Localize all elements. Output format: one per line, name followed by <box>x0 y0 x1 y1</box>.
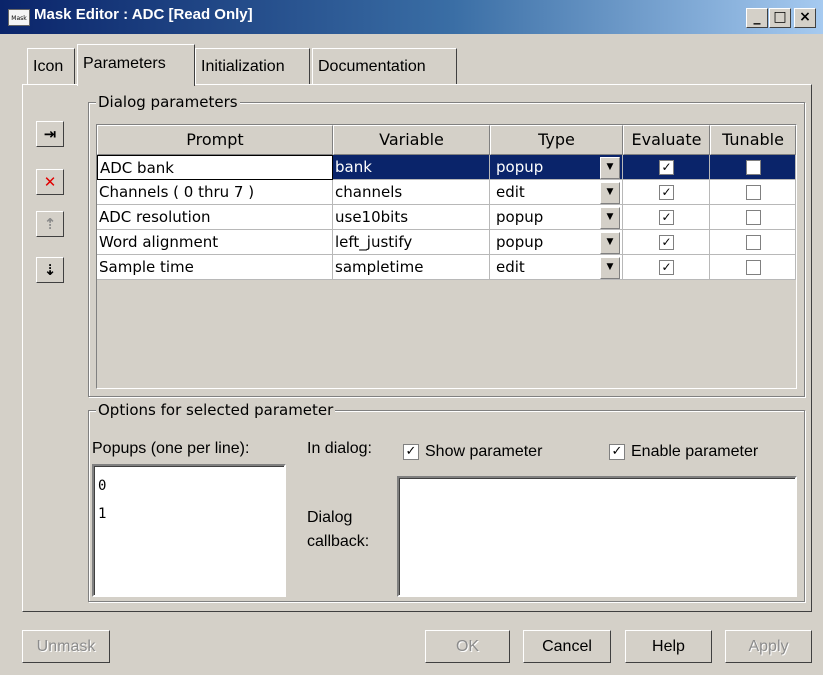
tunable-cell[interactable] <box>710 205 796 230</box>
mask-editor-icon: Mask <box>8 9 30 26</box>
tab-icon[interactable]: Icon <box>27 48 75 84</box>
unmask-button[interactable]: Unmask <box>22 630 110 663</box>
add-parameter-button[interactable]: ⇥ <box>36 121 64 147</box>
evaluate-checkbox[interactable]: ✓ <box>659 210 674 225</box>
tunable-cell[interactable] <box>710 155 796 180</box>
evaluate-cell[interactable]: ✓ <box>623 155 710 180</box>
show-parameter-checkbox[interactable]: ✓ Show parameter <box>403 443 573 463</box>
variable-cell[interactable]: use10bits <box>333 205 490 230</box>
chevron-down-icon[interactable]: ▼ <box>600 182 620 204</box>
evaluate-cell[interactable]: ✓ <box>623 230 710 255</box>
tunable-cell[interactable] <box>710 255 796 280</box>
chevron-down-icon[interactable]: ▼ <box>600 207 620 229</box>
tab-documentation[interactable]: Documentation <box>312 48 457 84</box>
column-header-tunable[interactable]: Tunable <box>710 125 796 155</box>
move-up-button[interactable]: ⇡ <box>36 211 64 237</box>
chevron-down-icon[interactable]: ▼ <box>600 157 620 179</box>
minimize-button[interactable]: _ <box>746 8 768 28</box>
move-down-button[interactable]: ⇣ <box>36 257 64 283</box>
type-dropdown[interactable]: edit ▼ <box>490 255 623 280</box>
popups-text: 0 1 <box>98 478 107 522</box>
variable-cell[interactable]: channels <box>333 180 490 205</box>
column-header-type[interactable]: Type <box>490 125 623 155</box>
type-value: popup <box>496 233 544 251</box>
dialog-callback-textarea[interactable] <box>397 476 797 597</box>
maximize-icon: □ <box>773 9 787 25</box>
minimize-icon: _ <box>753 9 761 25</box>
column-header-evaluate[interactable]: Evaluate <box>623 125 710 155</box>
type-value: popup <box>496 158 544 176</box>
in-dialog-label: In dialog: <box>307 440 372 457</box>
prompt-cell[interactable]: ADC bank <box>97 155 333 180</box>
tab-parameters[interactable]: Parameters <box>77 44 195 86</box>
evaluate-checkbox[interactable]: ✓ <box>659 160 674 175</box>
delete-icon: ✕ <box>43 173 57 191</box>
show-parameter-label: Show parameter <box>425 443 543 460</box>
type-dropdown[interactable]: popup ▼ <box>490 155 623 180</box>
evaluate-checkbox[interactable]: ✓ <box>659 185 674 200</box>
enable-parameter-check[interactable]: ✓ <box>609 444 625 460</box>
evaluate-checkbox[interactable]: ✓ <box>659 260 674 275</box>
evaluate-cell[interactable]: ✓ <box>623 180 710 205</box>
enable-parameter-label: Enable parameter <box>631 443 759 460</box>
window-title: Mask Editor : ADC [Read Only] <box>34 6 253 23</box>
dialog-callback-label-1: Dialog <box>307 509 353 526</box>
title-bar[interactable]: Mask Mask Editor : ADC [Read Only] _ □ × <box>0 0 823 34</box>
variable-cell[interactable]: sampletime <box>333 255 490 280</box>
tunable-checkbox[interactable] <box>745 260 761 275</box>
move-down-icon: ⇣ <box>43 261 57 279</box>
variable-cell[interactable]: left_justify <box>333 230 490 255</box>
prompt-cell[interactable]: Sample time <box>97 255 333 280</box>
tunable-checkbox[interactable] <box>745 210 761 225</box>
table-row[interactable]: ADC bank bank popup ▼ ✓ <box>97 155 796 180</box>
table-row[interactable]: Sample time sampletime edit ▼ ✓ <box>97 255 796 280</box>
type-value: popup <box>496 208 544 226</box>
move-up-icon: ⇡ <box>43 215 57 233</box>
popups-label: Popups (one per line): <box>92 440 250 457</box>
column-header-prompt[interactable]: Prompt <box>97 125 333 155</box>
evaluate-cell[interactable]: ✓ <box>623 205 710 230</box>
type-value: edit <box>496 258 525 276</box>
table-body: ADC bank bank popup ▼ ✓ Channels ( 0 thru 7 )… <box>97 155 796 388</box>
popups-textarea[interactable]: 0 1 <box>92 464 286 597</box>
type-dropdown[interactable]: popup ▼ <box>490 205 623 230</box>
evaluate-checkbox[interactable]: ✓ <box>659 235 674 250</box>
table-row[interactable]: Word alignment left_justify popup ▼ ✓ <box>97 230 796 255</box>
tunable-cell[interactable] <box>710 230 796 255</box>
close-button[interactable]: × <box>794 8 816 28</box>
maximize-button[interactable]: □ <box>769 8 791 28</box>
variable-cell[interactable]: bank <box>333 155 490 180</box>
chevron-down-icon[interactable]: ▼ <box>600 232 620 254</box>
add-parameter-icon: ⇥ <box>43 125 57 143</box>
app-icon-text: Mask <box>11 15 27 22</box>
cancel-button[interactable]: Cancel <box>523 630 611 663</box>
delete-parameter-button[interactable]: ✕ <box>36 169 64 195</box>
tab-initialization[interactable]: Initialization <box>195 48 310 84</box>
table-row[interactable]: Channels ( 0 thru 7 ) channels edit ▼ ✓ <box>97 180 796 205</box>
tunable-cell[interactable] <box>710 180 796 205</box>
prompt-cell[interactable]: Channels ( 0 thru 7 ) <box>97 180 333 205</box>
apply-button[interactable]: Apply <box>725 630 812 663</box>
options-label: Options for selected parameter <box>96 401 336 419</box>
prompt-cell[interactable]: Word alignment <box>97 230 333 255</box>
tunable-checkbox[interactable] <box>745 235 761 250</box>
dialog-parameters-label: Dialog parameters <box>96 93 240 111</box>
chevron-down-icon[interactable]: ▼ <box>600 257 620 279</box>
close-icon: × <box>799 9 811 25</box>
tunable-checkbox[interactable] <box>745 160 761 175</box>
dialog-callback-label-2: callback: <box>307 533 370 550</box>
enable-parameter-checkbox[interactable]: ✓ Enable parameter <box>609 443 789 463</box>
ok-button[interactable]: OK <box>425 630 510 663</box>
table-row[interactable]: ADC resolution use10bits popup ▼ ✓ <box>97 205 796 230</box>
help-button[interactable]: Help <box>625 630 712 663</box>
show-parameter-check[interactable]: ✓ <box>403 444 419 460</box>
column-header-variable[interactable]: Variable <box>333 125 490 155</box>
type-dropdown[interactable]: edit ▼ <box>490 180 623 205</box>
type-dropdown[interactable]: popup ▼ <box>490 230 623 255</box>
tunable-checkbox[interactable] <box>745 185 761 200</box>
evaluate-cell[interactable]: ✓ <box>623 255 710 280</box>
parameter-table: Prompt Variable Type Evaluate Tunable AD… <box>96 124 797 389</box>
type-value: edit <box>496 183 525 201</box>
prompt-cell[interactable]: ADC resolution <box>97 205 333 230</box>
